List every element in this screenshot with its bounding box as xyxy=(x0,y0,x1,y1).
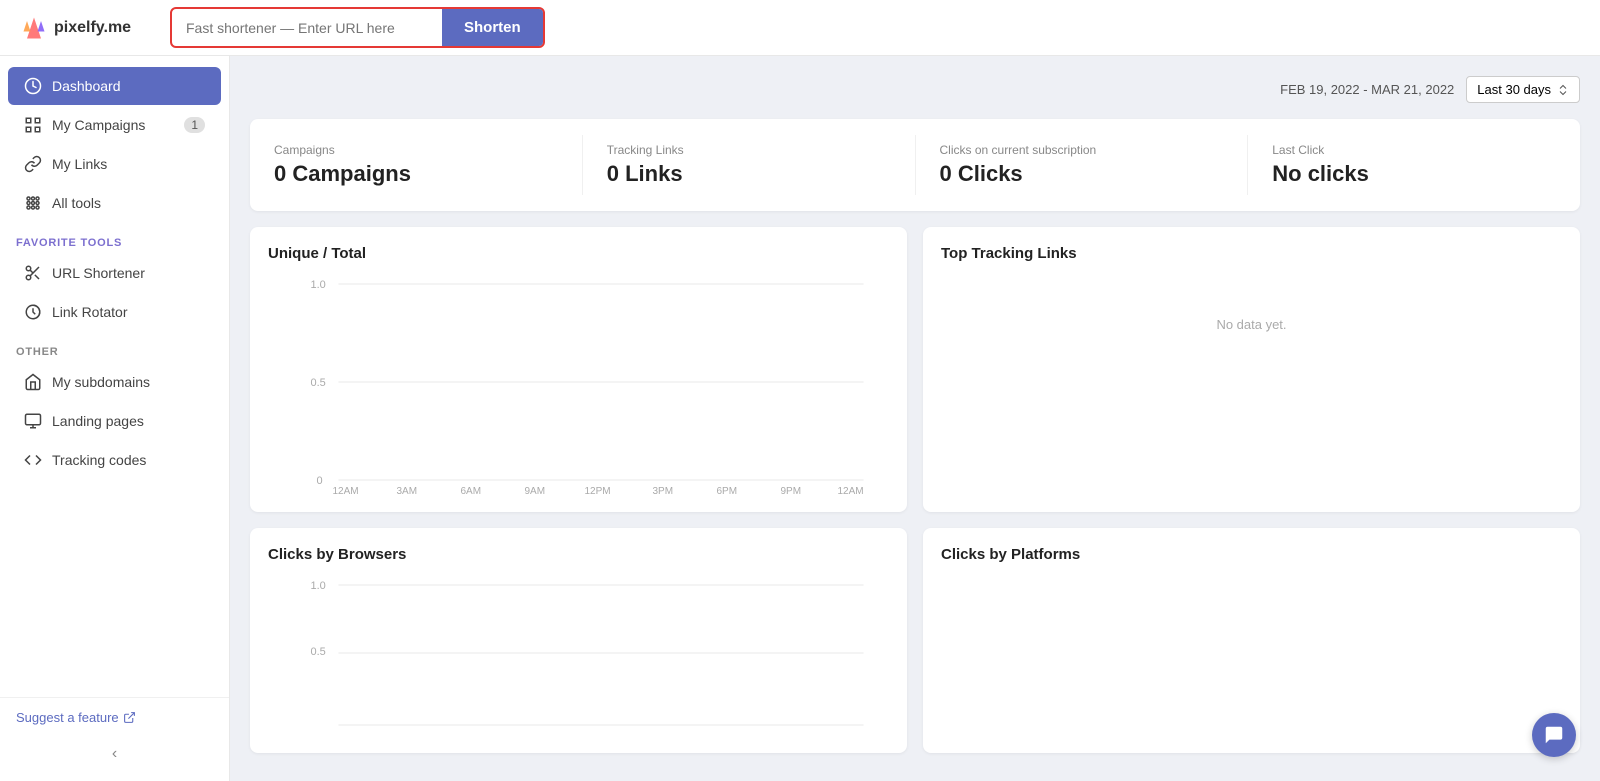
sidebar-item-label: My subdomains xyxy=(52,374,150,390)
sidebar-item-label: Tracking codes xyxy=(52,452,146,468)
sidebar-item-label: Landing pages xyxy=(52,413,144,429)
stat-campaigns-value: 0 Campaigns xyxy=(274,161,558,187)
svg-text:6AM: 6AM xyxy=(461,486,482,494)
top-tracking-links-no-data: No data yet. xyxy=(941,274,1562,374)
suggest-feature-text: Suggest a feature xyxy=(16,710,119,725)
clicks-by-platforms-card: Clicks by Platforms xyxy=(923,528,1580,753)
svg-text:0.5: 0.5 xyxy=(311,646,326,658)
sidebar-item-dashboard[interactable]: Dashboard xyxy=(8,67,221,105)
sidebar-item-my-campaigns[interactable]: My Campaigns 1 xyxy=(8,106,221,144)
clicks-by-platforms-empty xyxy=(941,575,1562,675)
chat-bubble-button[interactable] xyxy=(1532,713,1576,757)
sidebar-collapse-button[interactable]: ‹ xyxy=(0,737,229,771)
clicks-by-browsers-area: 1.0 0.5 xyxy=(268,575,889,735)
chevron-up-down-icon xyxy=(1557,84,1569,96)
svg-text:0.5: 0.5 xyxy=(311,377,326,389)
url-shortener-bar: Shorten xyxy=(170,7,545,48)
suggest-feature-link[interactable]: Suggest a feature xyxy=(16,710,213,725)
landing-icon xyxy=(24,412,42,430)
sidebar-item-label: All tools xyxy=(52,195,101,211)
svg-text:12AM: 12AM xyxy=(333,486,359,494)
svg-text:9PM: 9PM xyxy=(781,486,802,494)
stat-last-click-label: Last Click xyxy=(1272,143,1556,157)
unique-total-chart: Unique / Total 1.0 0.5 0 12AM 3AM xyxy=(250,227,907,512)
links-icon xyxy=(24,155,42,173)
favorite-tools-section-label: FAVORITE TOOLS xyxy=(0,223,229,253)
sidebar-item-link-rotator[interactable]: Link Rotator xyxy=(8,293,221,331)
sidebar-nav: Dashboard My Campaigns 1 My Links xyxy=(0,56,229,697)
campaigns-badge: 1 xyxy=(184,117,205,133)
stat-campaigns-label: Campaigns xyxy=(274,143,558,157)
shorten-button[interactable]: Shorten xyxy=(442,9,543,46)
sidebar-item-label: Link Rotator xyxy=(52,304,127,320)
stat-campaigns: Campaigns 0 Campaigns xyxy=(250,135,583,195)
external-link-icon xyxy=(123,711,136,724)
sidebar: Dashboard My Campaigns 1 My Links xyxy=(0,56,230,781)
stat-links-value: 0 Links xyxy=(607,161,891,187)
rotator-icon xyxy=(24,303,42,321)
stat-last-click: Last Click No clicks xyxy=(1248,135,1580,195)
svg-text:3AM: 3AM xyxy=(397,486,418,494)
scissors-icon xyxy=(24,264,42,282)
svg-text:12AM: 12AM xyxy=(838,486,864,494)
stat-clicks-label: Clicks on current subscription xyxy=(940,143,1224,157)
sidebar-item-label: URL Shortener xyxy=(52,265,145,281)
stat-clicks-value: 0 Clicks xyxy=(940,161,1224,187)
svg-text:1.0: 1.0 xyxy=(311,580,326,592)
svg-text:1.0: 1.0 xyxy=(311,279,326,291)
clicks-by-browsers-title: Clicks by Browsers xyxy=(268,546,889,563)
top-tracking-links-title: Top Tracking Links xyxy=(941,245,1562,262)
sidebar-footer: Suggest a feature xyxy=(0,697,229,737)
chat-icon xyxy=(1543,724,1565,746)
unique-total-title: Unique / Total xyxy=(268,245,889,262)
svg-text:6PM: 6PM xyxy=(717,486,738,494)
sidebar-item-my-links[interactable]: My Links xyxy=(8,145,221,183)
subdomain-icon xyxy=(24,373,42,391)
top-tracking-links-card: Top Tracking Links No data yet. xyxy=(923,227,1580,512)
date-dropdown-label: Last 30 days xyxy=(1477,82,1551,97)
sidebar-item-label: My Links xyxy=(52,156,107,172)
date-range-text: FEB 19, 2022 - MAR 21, 2022 xyxy=(1280,82,1454,97)
layout: Dashboard My Campaigns 1 My Links xyxy=(0,56,1600,781)
sidebar-item-all-tools[interactable]: All tools xyxy=(8,184,221,222)
clicks-by-browsers-chart: Clicks by Browsers 1.0 0.5 xyxy=(250,528,907,753)
topbar: pixelfy.me Shorten xyxy=(0,0,1600,56)
sidebar-item-url-shortener[interactable]: URL Shortener xyxy=(8,254,221,292)
stat-clicks: Clicks on current subscription 0 Clicks xyxy=(916,135,1249,195)
sidebar-item-label: Dashboard xyxy=(52,78,121,94)
charts-grid: Unique / Total 1.0 0.5 0 12AM 3AM xyxy=(250,227,1580,753)
svg-text:9AM: 9AM xyxy=(525,486,546,494)
svg-text:12PM: 12PM xyxy=(585,486,611,494)
other-section-label: OTHER xyxy=(0,332,229,362)
url-input[interactable] xyxy=(172,12,442,44)
date-header: FEB 19, 2022 - MAR 21, 2022 Last 30 days xyxy=(250,76,1580,103)
clicks-by-platforms-title: Clicks by Platforms xyxy=(941,546,1562,563)
sidebar-item-label: My Campaigns xyxy=(52,117,145,133)
main-content: FEB 19, 2022 - MAR 21, 2022 Last 30 days… xyxy=(230,56,1600,781)
dashboard-icon xyxy=(24,77,42,95)
campaigns-icon xyxy=(24,116,42,134)
unique-total-chart-area: 1.0 0.5 0 12AM 3AM 6AM 9AM 12PM 3PM xyxy=(268,274,889,494)
stat-last-click-value: No clicks xyxy=(1272,161,1556,187)
date-dropdown[interactable]: Last 30 days xyxy=(1466,76,1580,103)
svg-text:3PM: 3PM xyxy=(653,486,674,494)
svg-text:0: 0 xyxy=(317,475,323,487)
sidebar-item-tracking-codes[interactable]: Tracking codes xyxy=(8,441,221,479)
stat-links: Tracking Links 0 Links xyxy=(583,135,916,195)
stats-row: Campaigns 0 Campaigns Tracking Links 0 L… xyxy=(250,119,1580,211)
stat-links-label: Tracking Links xyxy=(607,143,891,157)
sidebar-item-landing-pages[interactable]: Landing pages xyxy=(8,402,221,440)
logo[interactable]: pixelfy.me xyxy=(20,14,150,42)
tools-icon xyxy=(24,194,42,212)
logo-icon xyxy=(20,14,48,42)
logo-text: pixelfy.me xyxy=(54,19,131,37)
sidebar-item-my-subdomains[interactable]: My subdomains xyxy=(8,363,221,401)
tracking-icon xyxy=(24,451,42,469)
